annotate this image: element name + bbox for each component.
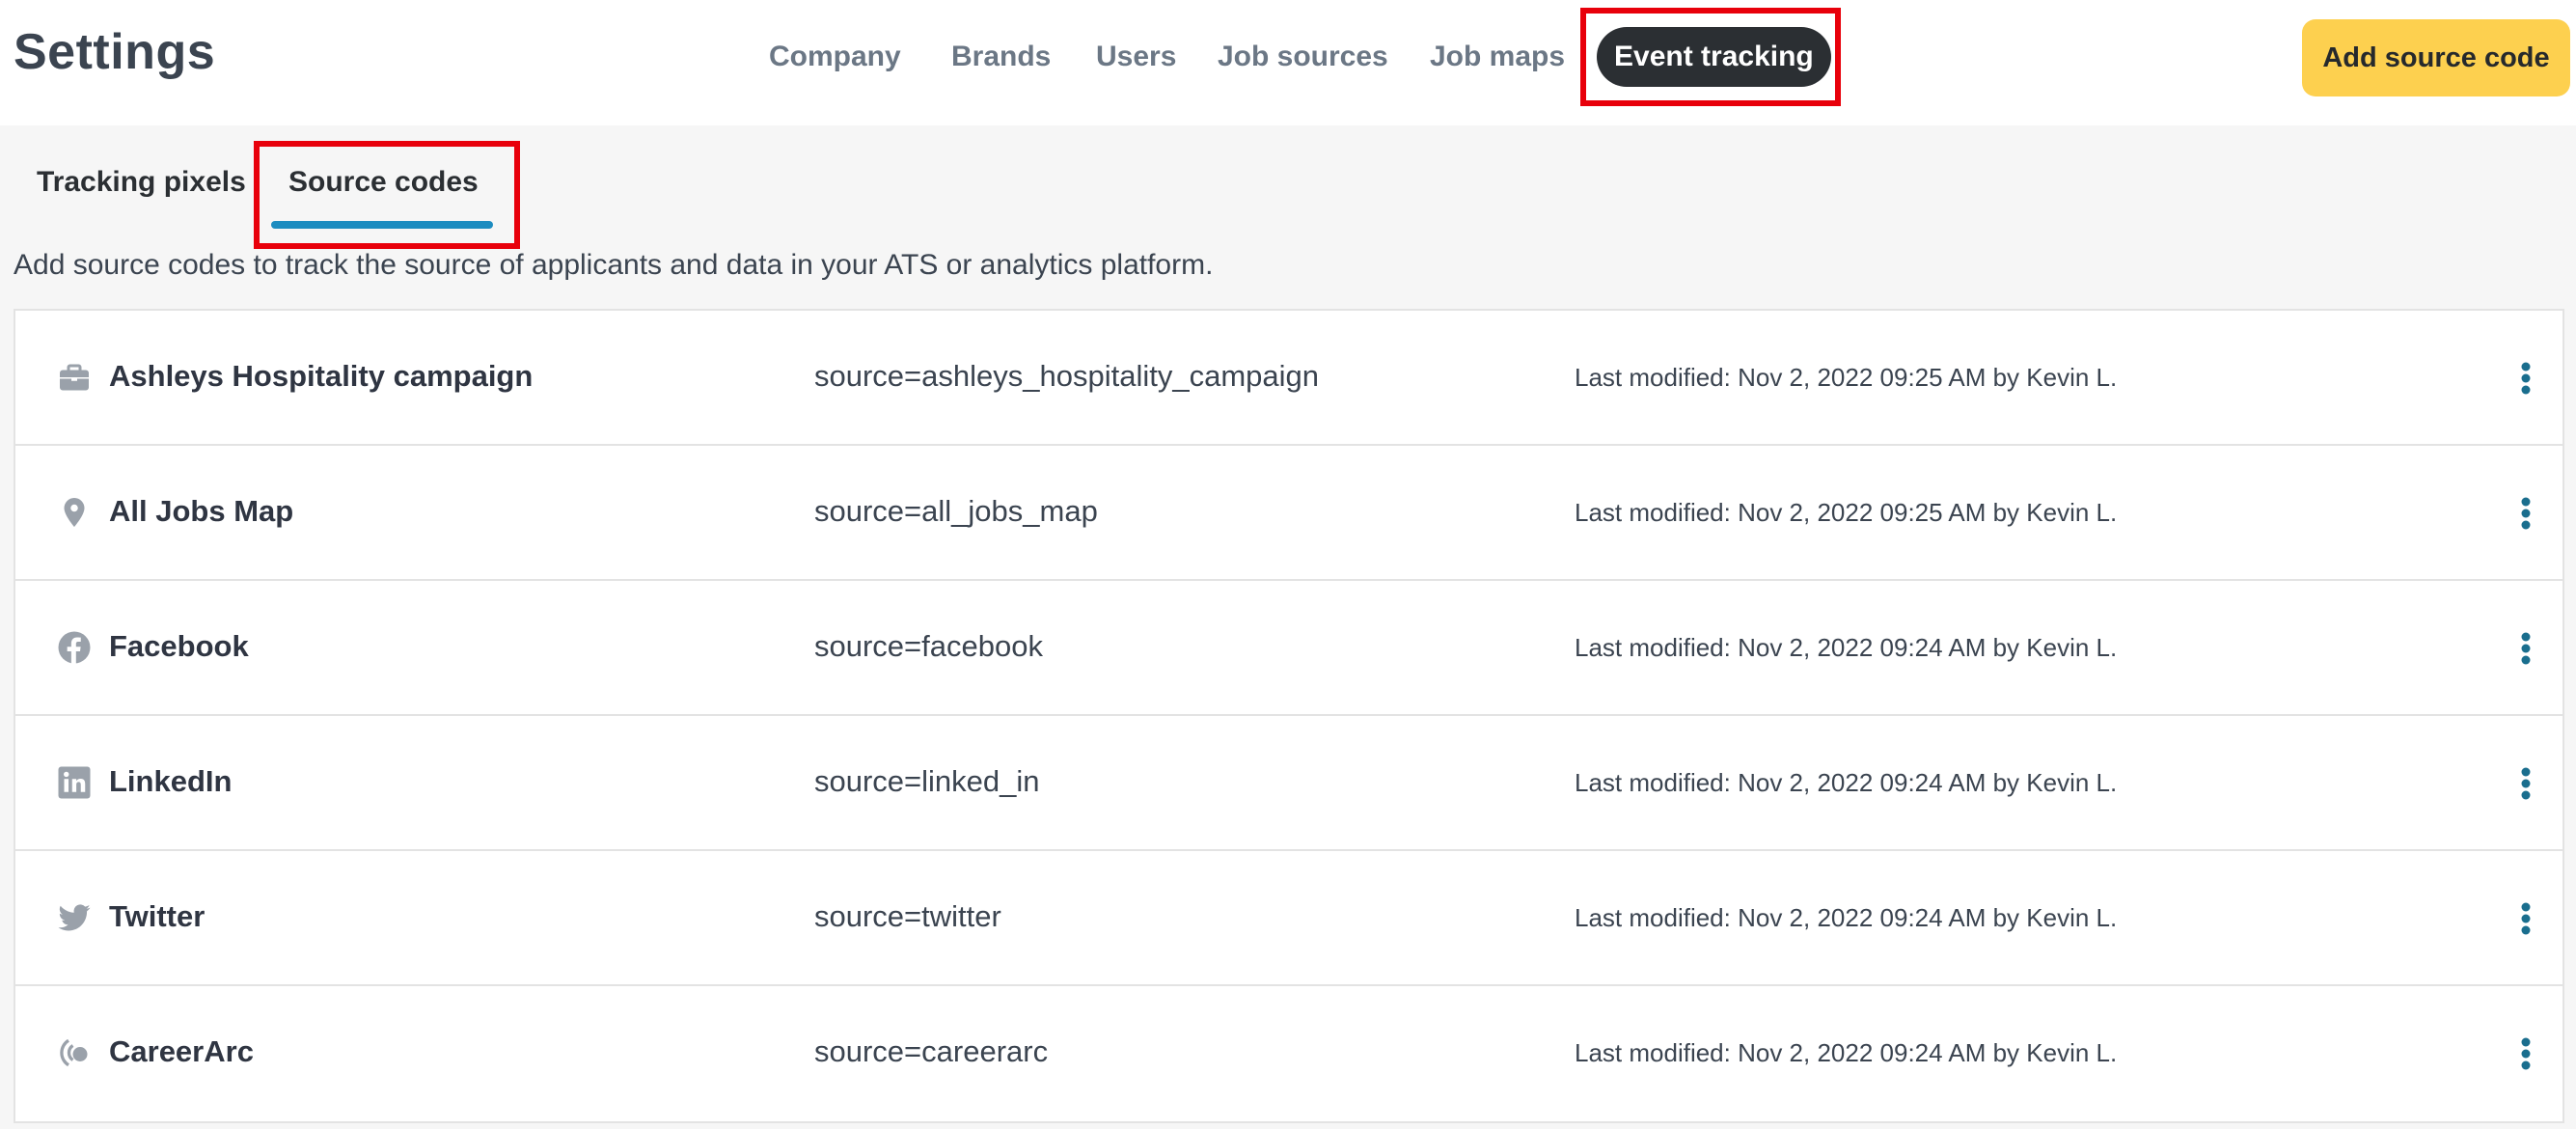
subtab-source-codes[interactable]: Source codes [288,166,479,199]
source-code-value: source=ashleys_hospitality_campaign [814,359,1320,393]
nav-job-maps[interactable]: Job maps [1430,25,1565,89]
last-modified-text: Last modified: Nov 2, 2022 09:24 AM by K… [1575,768,2118,797]
source-code-value: source=all_jobs_map [814,494,1098,528]
nav-company[interactable]: Company [769,25,901,89]
source-code-value: source=linked_in [814,764,1040,798]
list-item[interactable]: All Jobs Map source=all_jobs_map Last mo… [15,446,2562,581]
source-code-list: Ashleys Hospitality campaign source=ashl… [14,309,2564,1123]
briefcase-icon [56,359,93,396]
map-pin-icon [56,494,93,531]
add-source-code-button[interactable]: Add source code [2302,19,2570,96]
more-options-icon[interactable] [2508,353,2543,403]
linkedin-icon [56,764,93,801]
twitter-icon [56,899,93,936]
nav-job-sources[interactable]: Job sources [1218,25,1388,89]
nav-event-tracking[interactable]: Event tracking [1597,27,1831,87]
header: Settings Company Brands Users Job source… [0,0,2576,125]
more-options-icon[interactable] [2508,1029,2543,1079]
last-modified-text: Last modified: Nov 2, 2022 09:25 AM by K… [1575,498,2118,527]
more-options-icon[interactable] [2508,758,2543,809]
careerarc-icon [56,1034,93,1071]
more-options-icon[interactable] [2508,894,2543,944]
list-item[interactable]: Ashleys Hospitality campaign source=ashl… [15,311,2562,446]
more-options-icon[interactable] [2508,623,2543,674]
list-item[interactable]: LinkedIn source=linked_in Last modified:… [15,716,2562,851]
subtab-tracking-pixels[interactable]: Tracking pixels [37,166,246,199]
list-item[interactable]: CareerArc source=careerarc Last modified… [15,986,2562,1121]
list-item[interactable]: Facebook source=facebook Last modified: … [15,581,2562,716]
source-name: All Jobs Map [109,494,294,528]
last-modified-text: Last modified: Nov 2, 2022 09:25 AM by K… [1575,363,2118,392]
source-code-value: source=twitter [814,899,1001,933]
active-subtab-indicator [271,221,493,229]
source-name: Facebook [109,629,249,663]
more-options-icon[interactable] [2508,488,2543,538]
page-description: Add source codes to track the source of … [14,249,1214,281]
source-name: CareerArc [109,1034,254,1068]
nav-brands[interactable]: Brands [951,25,1051,89]
source-code-value: source=careerarc [814,1034,1049,1068]
source-code-value: source=facebook [814,629,1043,663]
last-modified-text: Last modified: Nov 2, 2022 09:24 AM by K… [1575,633,2118,662]
last-modified-text: Last modified: Nov 2, 2022 09:24 AM by K… [1575,903,2118,932]
source-name: LinkedIn [109,764,233,798]
last-modified-text: Last modified: Nov 2, 2022 09:24 AM by K… [1575,1038,2118,1067]
facebook-icon [56,629,93,666]
source-name: Ashleys Hospitality campaign [109,359,534,393]
source-name: Twitter [109,899,206,933]
page-title: Settings [14,24,216,80]
nav-users[interactable]: Users [1096,25,1176,89]
list-item[interactable]: Twitter source=twitter Last modified: No… [15,851,2562,986]
